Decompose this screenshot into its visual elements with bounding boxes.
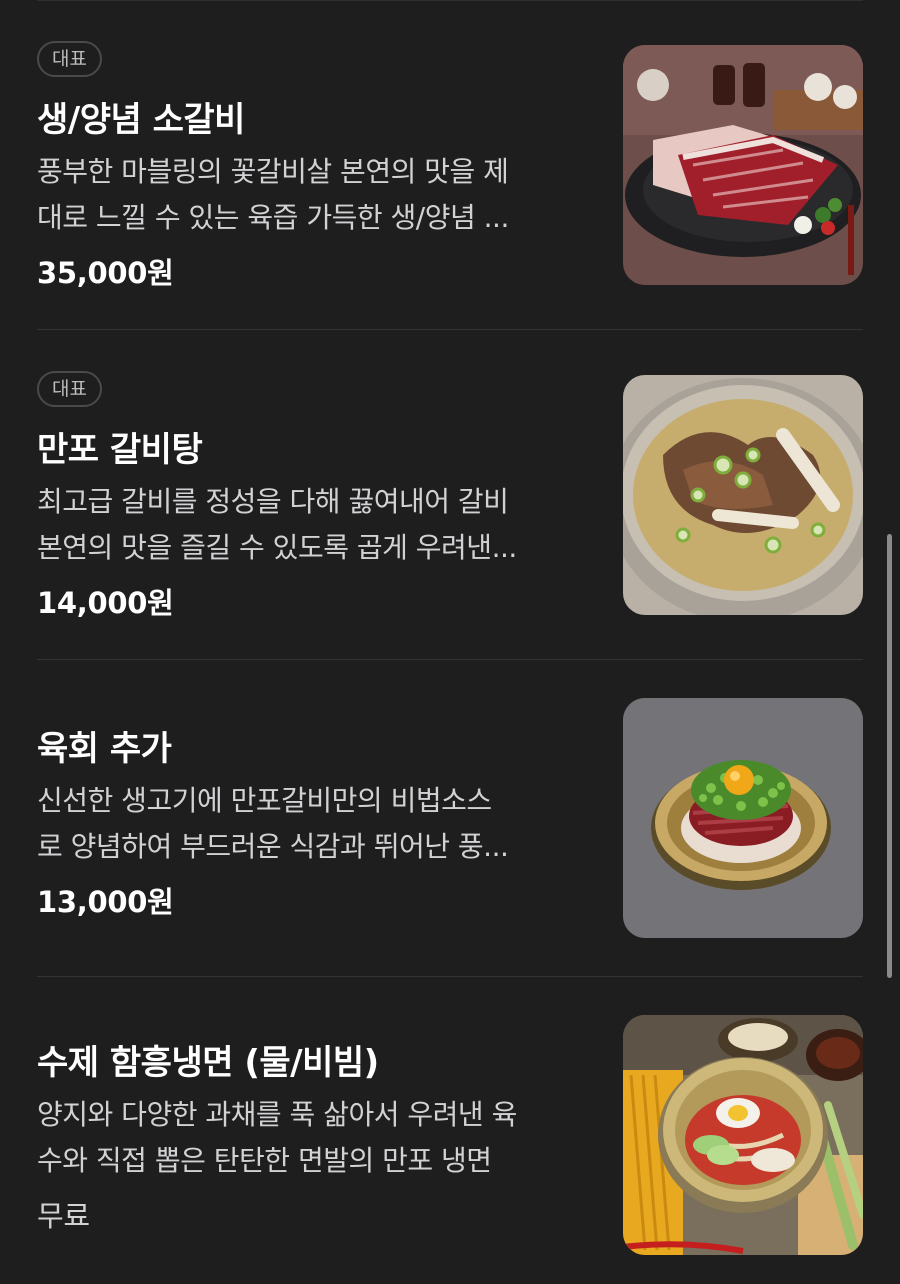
signature-badge: 대표 [37,371,102,407]
scrollbar[interactable] [887,534,892,978]
item-name: 수제 함흥냉면 (물/비빔) [37,1043,379,1083]
item-description-line: 최고급 갈비를 정성을 다해 끓여내어 갈비 [37,485,509,518]
menu-item-saeng-galbi[interactable]: 대표 생/양념 소갈비 풍부한 마블링의 꽃갈비살 본연의 맛을 제 대로 느낄… [37,0,863,330]
item-description-line: 양지와 다양한 과채를 푹 삶아서 우려낸 육 [37,1098,517,1131]
signature-badge: 대표 [37,41,102,77]
item-name: 생/양념 소갈비 [37,100,245,140]
item-description: 양지와 다양한 과채를 푹 삶아서 우려낸 육 수와 직접 뽑은 탄탄한 면발의… [37,1092,587,1184]
item-description-line: 수와 직접 뽑은 탄탄한 면발의 만포 냉면 [37,1144,492,1177]
item-price: 35,000원 [37,256,174,290]
item-description-line: 본연의 맛을 즐길 수 있도록 곱게 우려낸... [37,531,517,564]
item-description: 풍부한 마블링의 꽃갈비살 본연의 맛을 제 대로 느낄 수 있는 육즙 가득한… [37,149,587,241]
menu-item-yukhoe[interactable]: 육회 추가 신선한 생고기에 만포갈비만의 비법소스 로 양념하여 부드러운 식… [37,660,863,977]
yukhoe-photo [623,698,863,938]
marbled-beef-rib-photo [623,45,863,285]
item-name: 육회 추가 [37,729,172,769]
item-name: 만포 갈비탕 [37,430,203,470]
item-description: 최고급 갈비를 정성을 다해 끓여내어 갈비 본연의 맛을 즐길 수 있도록 곱… [37,479,587,571]
menu-item-naengmyeon[interactable]: 수제 함흥냉면 (물/비빔) 양지와 다양한 과채를 푹 삶아서 우려낸 육 수… [37,977,863,1284]
item-description-line: 로 양념하여 부드러운 식감과 뛰어난 풍... [37,830,509,863]
item-description-line: 대로 느낄 수 있는 육즙 가득한 생/양념 ... [37,201,509,234]
naengmyeon-photo [623,1015,863,1255]
item-description-line: 풍부한 마블링의 꽃갈비살 본연의 맛을 제 [37,155,509,188]
galbitang-soup-photo [623,375,863,615]
item-price: 13,000원 [37,885,174,919]
item-description: 신선한 생고기에 만포갈비만의 비법소스 로 양념하여 부드러운 식감과 뛰어난… [37,778,587,870]
item-price: 무료 [37,1199,90,1233]
item-description-line: 신선한 생고기에 만포갈비만의 비법소스 [37,784,492,817]
item-price: 14,000원 [37,586,174,620]
menu-item-galbitang[interactable]: 대표 만포 갈비탕 최고급 갈비를 정성을 다해 끓여내어 갈비 본연의 맛을 … [37,330,863,660]
